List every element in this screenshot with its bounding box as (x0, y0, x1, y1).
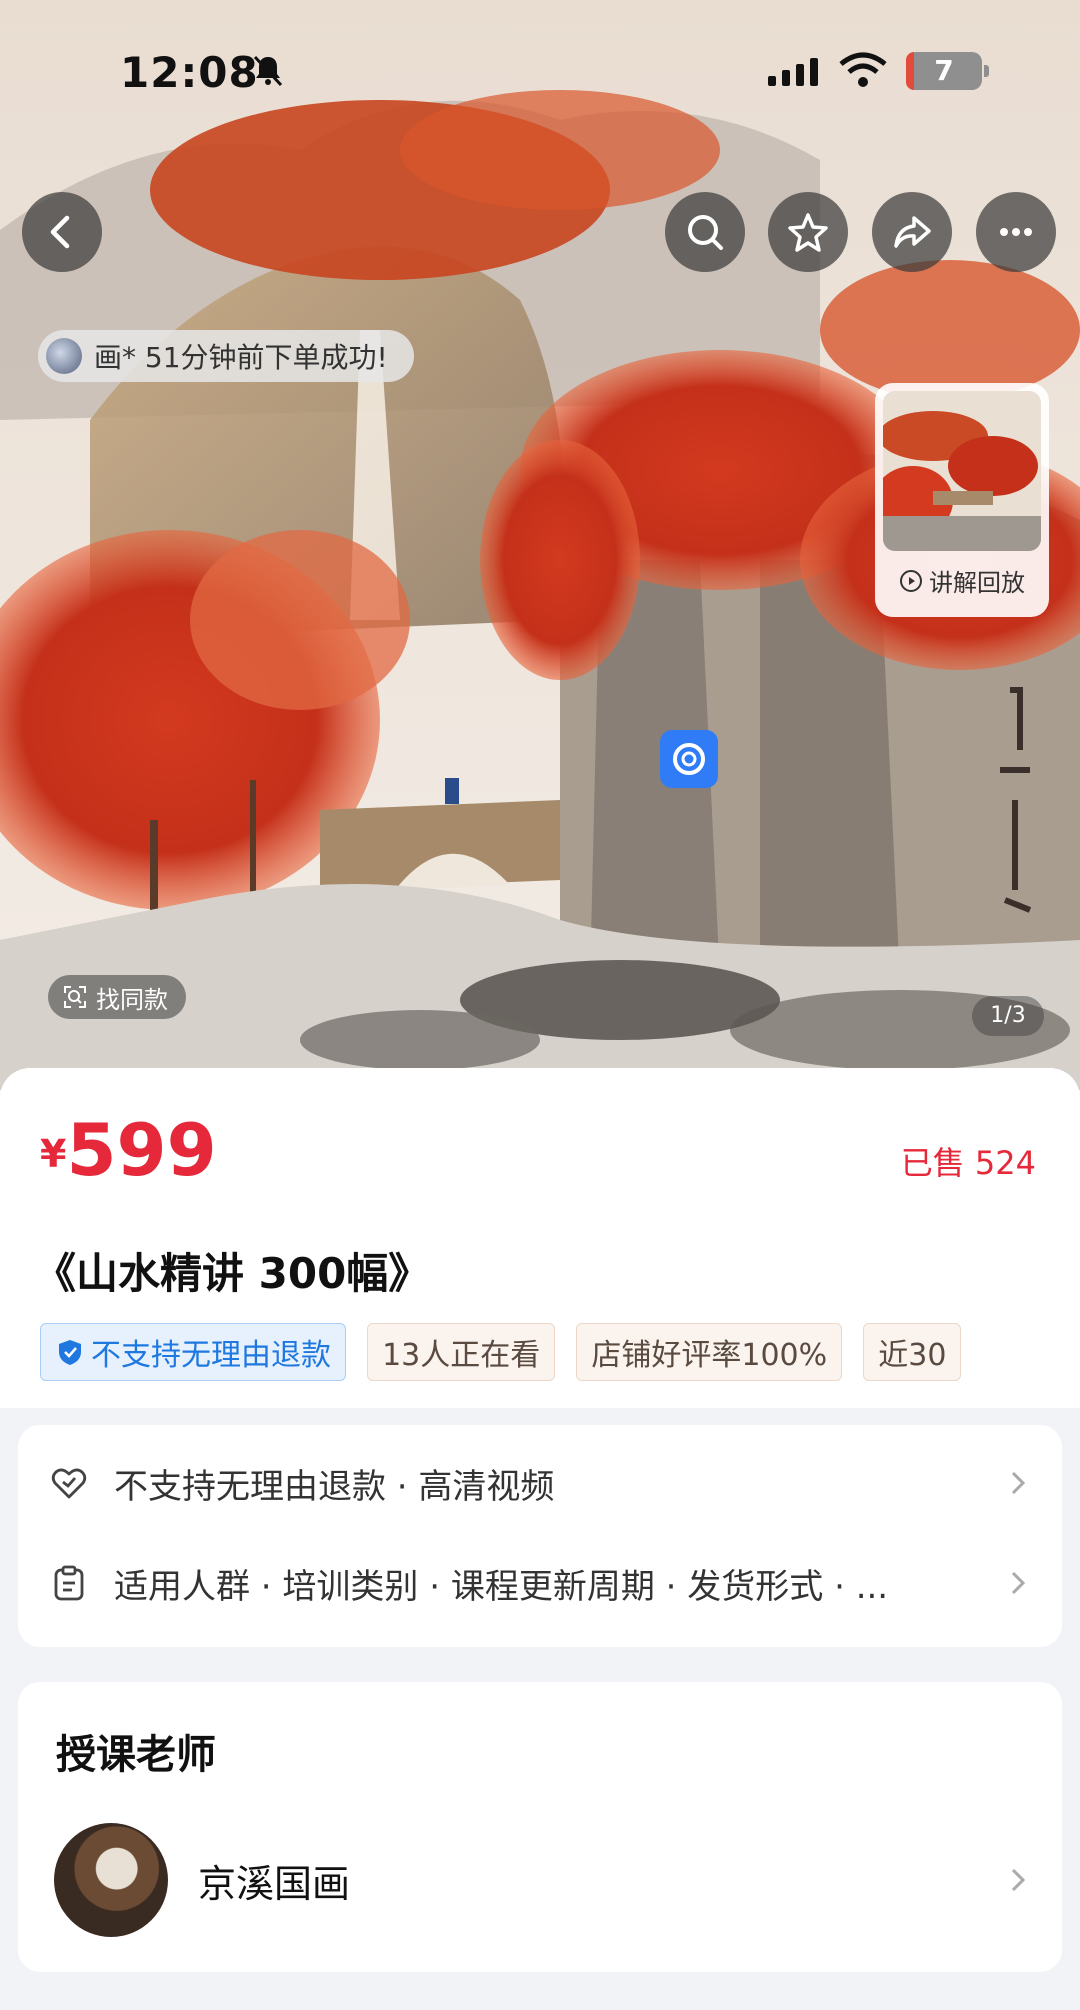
image-search-icon (64, 986, 86, 1008)
tag-viewers: 13人正在看 (367, 1323, 556, 1381)
battery-indicator: 7 (906, 52, 989, 90)
star-icon (788, 213, 828, 252)
product-detail-screen: 12:08 7 画* 51分钟前下单成功! 讲解回放 找同款 1/3 ¥599 … (0, 0, 1080, 2010)
replay-label: 讲解回放 (929, 569, 1025, 597)
chevron-right-icon (1011, 1571, 1026, 1595)
favorite-button[interactable] (768, 192, 848, 272)
share-button[interactable] (872, 192, 952, 272)
service-row[interactable]: 不支持无理由退款 · 高清视频 (18, 1433, 1062, 1533)
heart-shield-icon (51, 1468, 87, 1499)
product-summary-card: ¥599 已售 524 《山水精讲 300幅》 不支持无理由退款 13人正在看 … (0, 1068, 1080, 1408)
search-button[interactable] (665, 192, 745, 272)
tag-recent: 近30 (863, 1323, 962, 1381)
status-time: 12:08 (120, 48, 259, 97)
service-row-text: 不支持无理由退款 · 高清视频 (114, 1466, 555, 1507)
chevron-right-icon (1011, 1868, 1026, 1892)
tag-no-return: 不支持无理由退款 (40, 1323, 346, 1381)
status-bar: 12:08 7 (0, 0, 1080, 140)
tag-rating: 店铺好评率100% (576, 1323, 843, 1381)
find-same-label: 找同款 (96, 985, 168, 1014)
search-icon (688, 215, 723, 250)
product-tags: 不支持无理由退款 13人正在看 店铺好评率100% 近30 (40, 1323, 1040, 1383)
replay-button[interactable]: 讲解回放 (883, 563, 1041, 598)
price-value: 599 (66, 1108, 217, 1192)
logo-icon (673, 743, 705, 775)
watermark-logo (660, 730, 718, 788)
params-row-text: 适用人群 · 培训类别 · 课程更新周期 · 发货形式 · ... (114, 1566, 889, 1607)
teacher-row[interactable]: 京溪国画 (18, 1822, 1062, 1938)
replay-thumbnail (883, 391, 1041, 551)
more-icon (1000, 228, 1032, 236)
product-image-carousel[interactable]: 12:08 7 画* 51分钟前下单成功! 讲解回放 找同款 1/3 (0, 0, 1080, 1090)
find-same-button[interactable]: 找同款 (48, 975, 186, 1019)
more-button[interactable] (976, 192, 1056, 272)
teacher-card: 授课老师 京溪国画 (18, 1682, 1062, 1972)
product-title: 《山水精讲 300幅》 (34, 1249, 431, 1298)
image-page-indicator: 1/3 (972, 996, 1044, 1036)
product-price: ¥599 (40, 1108, 217, 1192)
chevron-right-icon (1011, 1471, 1026, 1495)
wifi-icon (839, 52, 887, 87)
back-button[interactable] (22, 192, 102, 272)
share-icon (894, 216, 931, 248)
params-row[interactable]: 适用人群 · 培训类别 · 课程更新周期 · 发货形式 · ... (18, 1533, 1062, 1633)
bell-muted-icon (253, 55, 283, 87)
recent-order-text: 画* 51分钟前下单成功! (94, 341, 388, 374)
replay-card[interactable]: 讲解回放 (875, 383, 1049, 617)
service-info-card: 不支持无理由退款 · 高清视频 适用人群 · 培训类别 · 课程更新周期 · 发… (18, 1425, 1062, 1647)
shield-check-icon (59, 1340, 81, 1365)
recent-order-toast: 画* 51分钟前下单成功! (38, 330, 414, 382)
signal-icon (768, 58, 818, 86)
sold-count: 已售 524 (900, 1144, 1036, 1182)
chevron-left-icon (50, 215, 70, 249)
tag-label: 不支持无理由退款 (91, 1338, 331, 1373)
buyer-avatar (46, 338, 82, 374)
teacher-name: 京溪国画 (198, 1861, 351, 1906)
clipboard-icon (54, 1565, 84, 1601)
play-circle-icon (900, 569, 922, 592)
teacher-avatar (54, 1823, 168, 1937)
currency-symbol: ¥ (40, 1132, 67, 1176)
teacher-heading: 授课老师 (56, 1732, 216, 1778)
